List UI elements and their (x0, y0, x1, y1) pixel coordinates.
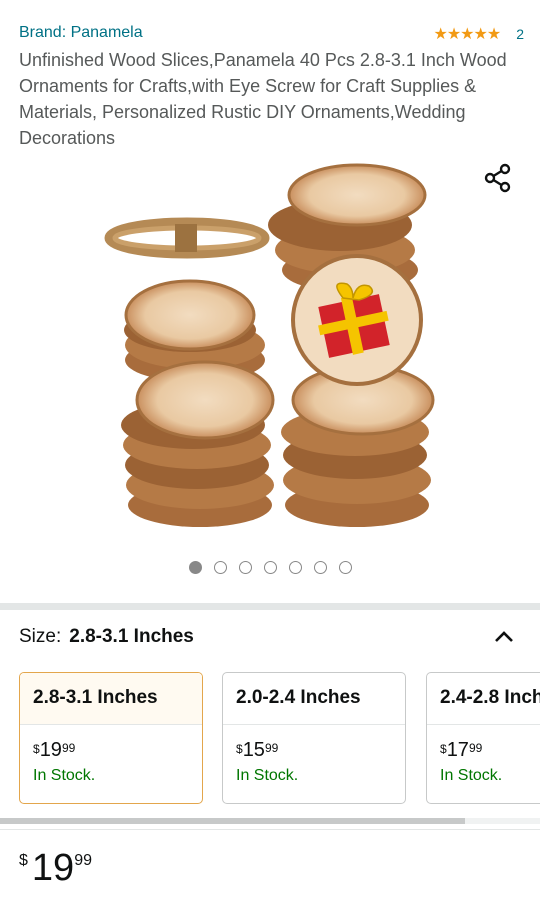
price-fraction: 99 (264, 741, 279, 755)
product-image[interactable] (95, 160, 445, 540)
price-currency: $ (236, 742, 243, 756)
price-fraction: 99 (74, 852, 92, 869)
size-option-price: $19 99 (33, 739, 202, 761)
price-currency: $ (33, 742, 40, 756)
stock-status: In Stock. (236, 767, 299, 784)
wood-stack-left-bottom (121, 360, 275, 527)
pagination-dot[interactable] (314, 561, 327, 574)
chevron-up-icon[interactable] (493, 626, 515, 648)
pagination-dot[interactable] (264, 561, 277, 574)
scrollbar-thumb[interactable] (0, 818, 465, 824)
section-divider (0, 603, 540, 610)
wood-stack-right-front (281, 364, 435, 527)
share-icon[interactable] (483, 163, 513, 193)
size-label: Size: (19, 626, 62, 647)
size-option-card[interactable]: 2.8-3.1 Inches $19 99 In Stock. (19, 672, 203, 804)
rating-count[interactable]: 2 (516, 26, 524, 42)
price-fraction: 99 (61, 741, 76, 755)
price-whole: 17 (446, 739, 469, 761)
size-option-label: 2.0-2.4 Inches (223, 673, 405, 725)
product-price: $19 99 (19, 848, 92, 888)
star-rating-icon: ★★★★★ (433, 26, 501, 43)
twine-bundle (104, 217, 270, 259)
section-divider (0, 829, 540, 830)
stock-status: In Stock. (33, 767, 96, 784)
pagination-dot[interactable] (239, 561, 252, 574)
size-option-price: $17 99 (440, 739, 540, 761)
size-selected-value: 2.8-3.1 Inches (69, 626, 194, 647)
price-currency: $ (440, 742, 447, 756)
price-whole: 15 (242, 739, 265, 761)
size-option-label: 2.8-3.1 Inches (20, 673, 202, 725)
size-options: 2.8-3.1 Inches $19 99 In Stock. 2.0-2.4 I… (0, 671, 540, 807)
pagination-dot[interactable] (214, 561, 227, 574)
gift-ornament-slice (291, 254, 423, 386)
pagination-dot[interactable] (289, 561, 302, 574)
pagination-dot[interactable] (189, 561, 202, 574)
header-row: Brand: Panamela ★★★★★ 2 (19, 22, 524, 44)
size-option-card[interactable]: 2.0-2.4 Inches $15 99 In Stock. (222, 672, 406, 804)
brand-link[interactable]: Brand: Panamela (19, 24, 143, 42)
pagination-dot[interactable] (339, 561, 352, 574)
size-option-card[interactable]: 2.4-2.8 Inches $1799 In Stock. (426, 672, 540, 804)
size-option-price: $15 99 (236, 739, 405, 761)
product-title: Unfinished Wood Slices,Panamela 40 Pcs 2… (19, 50, 507, 148)
price-whole: 19 (39, 739, 62, 761)
image-pagination (189, 561, 352, 574)
price-currency: $ (19, 852, 28, 869)
price-fraction: 99 (468, 741, 483, 755)
horizontal-scrollbar[interactable] (0, 818, 540, 824)
size-option-label: 2.4-2.8 Inches (427, 673, 540, 725)
size-selector-header[interactable]: Size: 2.8-3.1 Inches (19, 626, 519, 652)
rating[interactable]: ★★★★★ 2 (433, 24, 524, 44)
price-whole: 19 (31, 847, 75, 889)
stock-status: In Stock. (440, 767, 503, 784)
